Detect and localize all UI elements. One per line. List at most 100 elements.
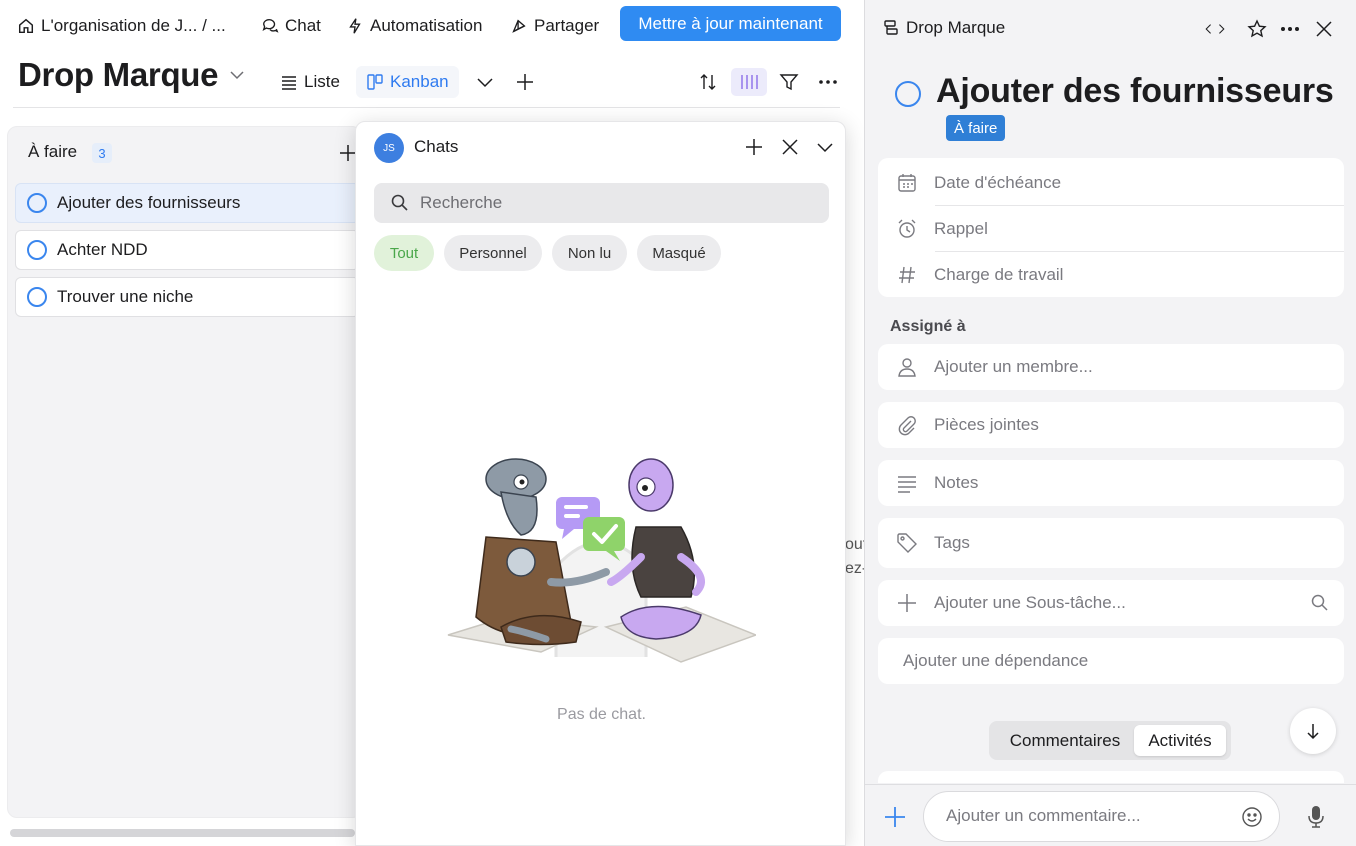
more-horizontal-icon <box>819 80 837 84</box>
microphone-icon[interactable] <box>1305 805 1327 829</box>
search-icon[interactable] <box>1310 593 1330 613</box>
plus-icon[interactable] <box>743 136 765 158</box>
dependency-field[interactable]: Ajouter une dépendance <box>878 638 1344 684</box>
hash-icon <box>899 266 915 284</box>
comments-activity-tabs: Commentaires Activités <box>989 721 1231 760</box>
project-header: Drop Marque Liste Kanban <box>0 52 862 108</box>
attachments-field[interactable]: Pièces jointes <box>878 402 1344 448</box>
reminder-field[interactable]: Rappel <box>878 206 1344 252</box>
close-button[interactable] <box>1313 18 1335 40</box>
filter-pill-hidden[interactable]: Masqué <box>637 235 721 271</box>
arrow-down-icon <box>1307 724 1319 740</box>
comment-field[interactable] <box>923 791 1280 842</box>
detail-project-link[interactable]: Drop Marque <box>883 18 1005 38</box>
tab-activity[interactable]: Activités <box>1134 725 1226 756</box>
breadcrumb[interactable]: L'organisation de J... / ... <box>17 14 226 38</box>
status-badge[interactable]: À faire <box>946 115 1006 141</box>
column-title: À faire <box>28 142 78 161</box>
notes-field[interactable]: Notes <box>878 460 1344 506</box>
sort-arrows-icon <box>700 74 716 90</box>
update-now-label: Mettre à jour maintenant <box>638 13 823 33</box>
more-options-button[interactable] <box>816 70 840 94</box>
columns-icon <box>741 75 758 89</box>
search-input[interactable] <box>420 193 800 213</box>
task-detail-panel: Drop Marque Ajouter des fournisseurs À f… <box>864 0 1356 846</box>
favorite-button[interactable] <box>1246 18 1268 40</box>
task-card[interactable]: Trouver une niche <box>15 277 360 317</box>
view-kanban-label: Kanban <box>390 72 449 91</box>
add-view-button[interactable] <box>513 70 537 94</box>
assigned-heading: Assigné à <box>890 318 966 335</box>
attachments-label: Pièces jointes <box>934 415 1039 434</box>
comment-input[interactable] <box>946 806 1226 826</box>
task-title[interactable]: Ajouter des fournisseurs <box>936 72 1334 111</box>
home-icon <box>18 18 34 34</box>
task-card[interactable]: Achter NDD <box>15 230 360 270</box>
list-icon <box>282 76 296 90</box>
reminder-label: Rappel <box>934 219 988 238</box>
automation-button[interactable]: Automatisation <box>346 14 482 38</box>
subtask-field[interactable]: Ajouter une Sous-tâche... <box>878 580 1344 626</box>
attachments-row: Pièces jointes <box>878 402 1344 448</box>
chevron-down-icon[interactable] <box>814 136 836 158</box>
empty-state-text: Pas de chat. <box>557 706 646 723</box>
view-tab-kanban[interactable]: Kanban <box>356 66 459 98</box>
filter-button[interactable] <box>777 70 801 94</box>
page-title: Drop Marque <box>18 56 219 93</box>
chat-button[interactable]: Chat <box>261 14 321 38</box>
paperclip-icon <box>898 416 916 436</box>
tags-field[interactable]: Tags <box>878 518 1344 568</box>
add-subtask-label: Ajouter une Sous-tâche... <box>934 593 1126 612</box>
tags-label: Tags <box>934 533 970 552</box>
task-checkbox[interactable] <box>27 287 47 307</box>
task-fields-card: Date d'échéance Rappel Charge de travail <box>878 158 1344 297</box>
chats-panel: JS Chats Tout Personnel Non lu Masqué <box>355 121 846 846</box>
workload-field[interactable]: Charge de travail <box>878 252 1344 298</box>
task-complete-checkbox[interactable] <box>895 81 921 107</box>
navigate-button[interactable] <box>1204 18 1226 40</box>
share-icon <box>512 19 526 33</box>
columns-button[interactable] <box>731 68 767 96</box>
scroll-down-button[interactable] <box>1290 708 1336 754</box>
filter-pill-unread[interactable]: Non lu <box>552 235 627 271</box>
kanban-icon <box>367 74 383 90</box>
notes-row: Notes <box>878 460 1344 506</box>
add-member-field[interactable]: Ajouter un membre... <box>878 344 1344 390</box>
chevron-down-icon[interactable] <box>229 69 245 81</box>
filter-pill-all[interactable]: Tout <box>374 235 434 271</box>
more-horizontal-icon <box>1281 27 1299 31</box>
tag-icon <box>897 533 917 553</box>
star-icon <box>1247 19 1267 38</box>
share-button[interactable]: Partager <box>510 14 599 38</box>
task-card[interactable]: Ajouter des fournisseurs <box>15 183 360 223</box>
task-card-label: Ajouter des fournisseurs <box>57 193 241 212</box>
close-icon[interactable] <box>779 136 801 158</box>
update-now-button[interactable]: Mettre à jour maintenant <box>620 6 841 41</box>
plus-icon[interactable] <box>883 805 907 829</box>
horizontal-scrollbar[interactable] <box>10 829 355 837</box>
divider <box>13 107 840 108</box>
filter-pill-personal[interactable]: Personnel <box>444 235 542 271</box>
view-tab-list[interactable]: Liste <box>280 66 340 98</box>
chat-bubbles-icon <box>262 19 279 33</box>
chat-label: Chat <box>285 16 321 35</box>
emoji-icon[interactable] <box>1241 806 1263 828</box>
lightning-icon <box>349 18 361 34</box>
project-icon <box>884 20 898 35</box>
add-dependency-label: Ajouter une dépendance <box>903 651 1089 670</box>
filter-icon <box>779 74 799 91</box>
sort-button[interactable] <box>696 70 720 94</box>
task-checkbox[interactable] <box>27 240 47 260</box>
chat-search[interactable] <box>374 183 829 223</box>
view-list-label: Liste <box>304 72 340 91</box>
due-date-field[interactable]: Date d'échéance <box>878 160 1344 206</box>
more-options-button[interactable] <box>1279 18 1301 40</box>
due-date-label: Date d'échéance <box>934 173 1062 192</box>
column-count-badge: 3 <box>92 143 112 163</box>
avatar[interactable]: JS <box>374 133 404 163</box>
tab-comments[interactable]: Commentaires <box>997 725 1133 756</box>
plus-icon <box>898 594 916 612</box>
views-dropdown-button[interactable] <box>473 70 497 94</box>
task-checkbox[interactable] <box>27 193 47 213</box>
alarm-clock-icon <box>898 219 916 238</box>
